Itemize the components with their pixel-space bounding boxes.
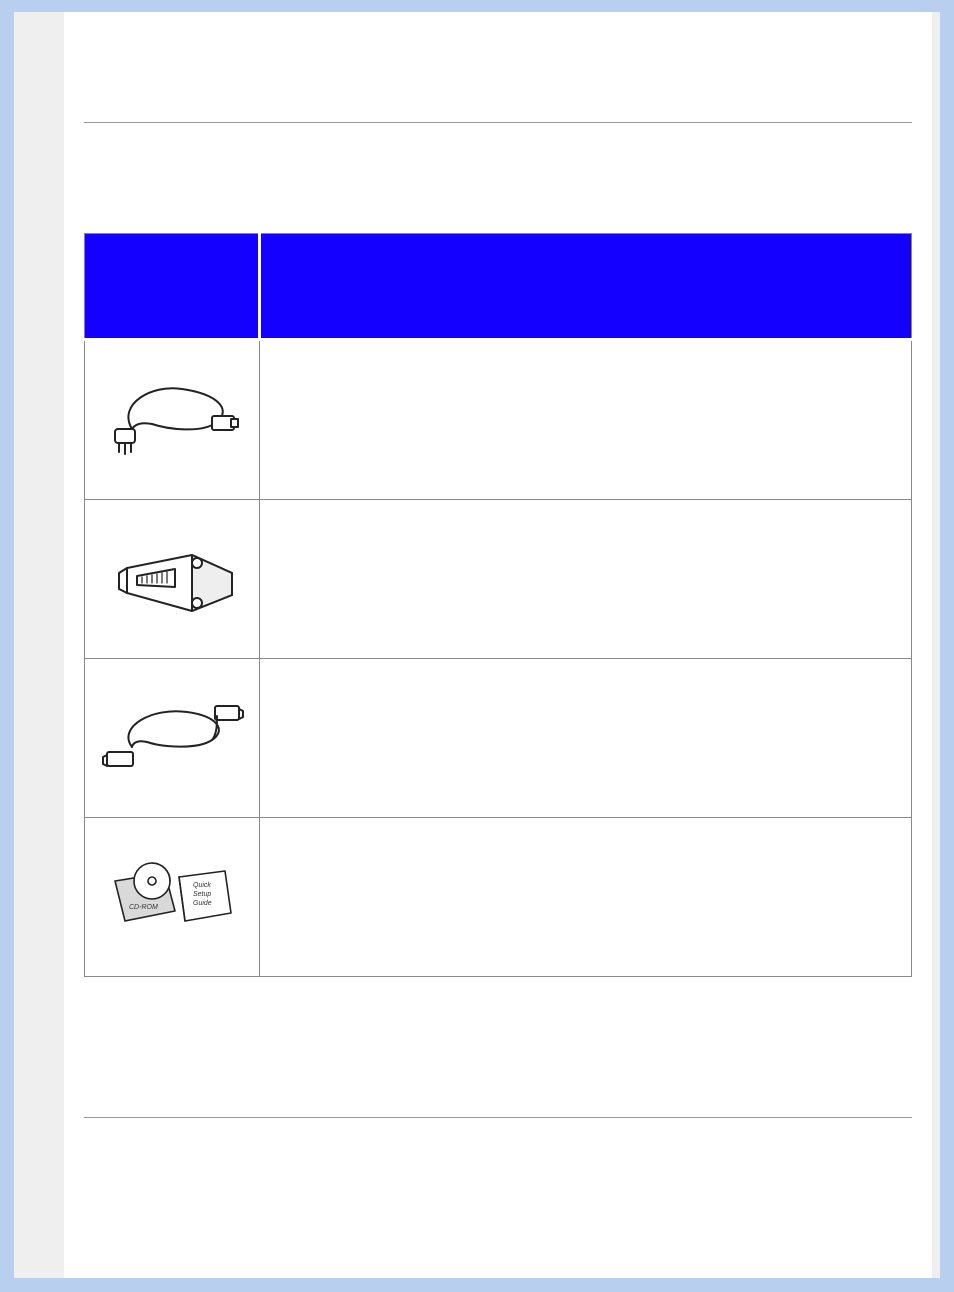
section-gap-above-table	[84, 123, 912, 233]
table-row	[85, 659, 912, 818]
item-description	[260, 340, 912, 500]
svg-text:Setup: Setup	[193, 891, 211, 898]
accessory-table: CD-ROM Quick	[84, 233, 912, 977]
left-margin-rail	[14, 12, 64, 1278]
svg-text:Quick: Quick	[193, 882, 211, 889]
svg-text:CD-ROM: CD-ROM	[129, 904, 158, 911]
svg-text:Guide: Guide	[193, 900, 212, 907]
table-row	[85, 500, 912, 659]
bottom-whitespace	[84, 1118, 912, 1238]
header-description	[260, 234, 912, 340]
gap-below-table	[84, 977, 912, 1117]
cdrom-guide-icon: CD-ROM Quick	[97, 851, 247, 941]
page-content: CD-ROM Quick	[64, 12, 932, 1278]
item-description	[260, 500, 912, 659]
item-description	[260, 659, 912, 818]
signal-cable-icon	[97, 692, 247, 782]
page-wrapper: CD-ROM Quick	[0, 0, 954, 1292]
power-cord-icon	[97, 374, 247, 464]
header-item	[85, 234, 260, 340]
item-image-cell	[85, 340, 260, 500]
top-whitespace	[84, 32, 912, 122]
item-image-cell	[85, 659, 260, 818]
table-header-row	[85, 234, 912, 340]
right-margin-rail	[932, 12, 940, 1278]
document-page: CD-ROM Quick	[14, 12, 940, 1278]
item-image-cell	[85, 500, 260, 659]
item-description	[260, 818, 912, 977]
table-row: CD-ROM Quick	[85, 818, 912, 977]
table-row	[85, 340, 912, 500]
item-image-cell: CD-ROM Quick	[85, 818, 260, 977]
vga-adapter-icon	[97, 533, 247, 623]
